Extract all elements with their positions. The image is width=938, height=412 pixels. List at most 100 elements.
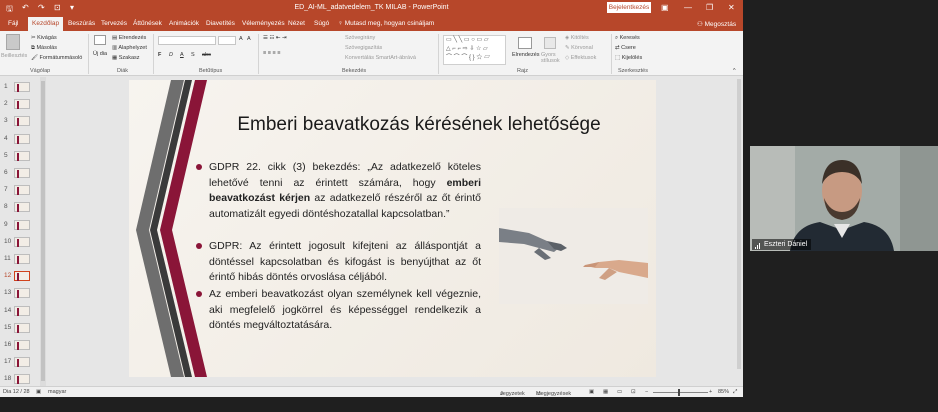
select-button[interactable]: ⬚ Kijelölés (615, 55, 642, 61)
slide-thumbnail[interactable] (14, 150, 30, 161)
cut-button[interactable]: ✂ Kivágás (31, 35, 57, 41)
find-button[interactable]: ⌕ Keresés (615, 35, 640, 42)
normal-view-icon[interactable]: ▣ (589, 389, 594, 395)
slide-thumbnail[interactable] (14, 236, 30, 247)
ribbon-display-icon[interactable]: ▣ (661, 3, 669, 12)
zoom-in-icon[interactable]: + (709, 389, 712, 395)
bullet-item[interactable]: GDPR 22. cikk (3) bekezdés: „Az adatkeze… (196, 160, 481, 222)
restore-icon[interactable]: ❐ (706, 3, 713, 12)
quick-styles-icon[interactable] (544, 37, 556, 49)
slide-thumbnail[interactable] (14, 357, 30, 368)
thumbnail-stripe (17, 221, 19, 230)
reading-view-icon[interactable]: ▭ (617, 389, 622, 395)
slide-thumbnail[interactable] (14, 99, 30, 110)
ribbon-tabs: Fájl Kezdőlap Beszúrás Tervezés Áttűnése… (0, 16, 743, 31)
slide-thumbnail[interactable] (14, 340, 30, 350)
layout-button[interactable]: ▤ Elrendezés (112, 35, 146, 41)
align-text-button[interactable]: Szövegigazítás (345, 45, 382, 51)
scroll-thumb[interactable] (41, 81, 45, 381)
spellcheck-icon[interactable]: ▣ (36, 389, 41, 395)
smartart-button[interactable]: Konvertálás SmartArt-ábrává (345, 55, 416, 61)
thumbnail-scrollbar[interactable] (40, 77, 46, 386)
font-size-dropdown[interactable] (218, 36, 236, 45)
arrange-icon[interactable] (518, 37, 532, 49)
layout-label: Elrendezés (118, 35, 147, 41)
fit-to-window-icon[interactable]: ⤢ (733, 389, 737, 396)
slide-thumbnail[interactable] (14, 168, 30, 178)
current-slide[interactable]: Emberi beavatkozás kérésének lehetősége … (129, 80, 656, 377)
shadow-button[interactable]: S (191, 52, 195, 58)
shapes-gallery[interactable]: ▭ ╲ ╲ ▭ ○ ▭ ▱ △ ⌐ ⌐ ⇨ ⇩ ☆ ▱ ⌒ ⌒ ⌒ { } ☆ ▱ (443, 35, 506, 65)
bullet-item[interactable]: GDPR: Az érintett jogosult kifejteni az … (196, 239, 481, 286)
scroll-thumb[interactable] (737, 79, 741, 369)
tab-help[interactable]: Súgó (314, 20, 329, 27)
slide-thumbnail-number: 16 (4, 341, 12, 348)
slide-thumbnail[interactable] (14, 185, 30, 196)
participant-video-tile[interactable]: Eszteri Dániel (750, 146, 938, 251)
strikethrough-button[interactable]: abc (202, 52, 211, 58)
shape-outline-button[interactable]: ✎ Körvonal (565, 45, 593, 51)
minimize-icon[interactable]: — (684, 3, 692, 12)
grow-font-icon[interactable]: A (239, 36, 243, 42)
close-icon[interactable]: ✕ (728, 3, 735, 12)
slide-thumbnail[interactable] (14, 202, 30, 213)
tab-design[interactable]: Tervezés (101, 20, 127, 27)
shape-effects-button[interactable]: ◇ Effektusok (565, 55, 596, 61)
new-slide-button[interactable]: Új dia (93, 51, 107, 57)
new-slide-icon[interactable] (94, 35, 106, 45)
slide-thumbnail[interactable] (14, 288, 30, 299)
slide-title[interactable]: Emberi beavatkozás kérésének lehetősége (199, 114, 639, 136)
robot-and-human-hands-image[interactable] (499, 208, 648, 304)
reset-button[interactable]: ▥ Alaphelyzet (112, 45, 147, 51)
zoom-slider-thumb[interactable] (678, 389, 680, 396)
bold-button[interactable]: F (158, 52, 161, 58)
align-icon[interactable]: ≡ ≡ ≡ ≡ (263, 50, 280, 56)
zoom-slider[interactable] (653, 392, 708, 393)
format-painter-button[interactable]: 🖌 Formátummásoló (31, 55, 82, 61)
zoom-out-icon[interactable]: − (645, 389, 648, 395)
tab-file[interactable]: Fájl (8, 20, 18, 27)
tab-insert[interactable]: Beszúrás (68, 20, 95, 27)
bullet-item[interactable]: Az emberi beavatkozást olyan személynek … (196, 287, 481, 334)
paste-button[interactable]: Beillesztés (1, 53, 27, 59)
tell-me-search[interactable]: ♀ Mutasd meg, hogyan csináljam (338, 20, 434, 27)
slideshow-view-icon[interactable]: ⊡ (631, 389, 636, 395)
share-button[interactable]: ⚇ Megosztás (697, 20, 736, 28)
slide-thumbnail[interactable] (14, 305, 30, 316)
replace-button[interactable]: ⇄ Csere (615, 45, 636, 51)
bullets-icon[interactable]: ☰ ☷ ⇤ ⇥ (263, 35, 287, 41)
language-indicator[interactable]: magyar (48, 389, 66, 395)
arrange-button[interactable]: Elrendezés (512, 52, 540, 58)
sign-in-button[interactable]: Bejelentkezés (607, 2, 651, 13)
screen: 🖫 ↶ ↷ ⊡ ▾ ED_AI-ML_adatvedelem_TK MILAB … (0, 0, 938, 412)
tab-slideshow[interactable]: Diavetítés (206, 20, 235, 27)
tab-animations[interactable]: Animációk (169, 20, 199, 27)
slide-thumbnail[interactable] (14, 133, 30, 144)
font-name-dropdown[interactable] (158, 36, 216, 45)
underline-button[interactable]: A (180, 52, 184, 58)
slide-thumbnail[interactable] (14, 271, 30, 282)
thumbnail-stripe (17, 290, 19, 299)
italic-button[interactable]: D (169, 52, 173, 58)
shrink-font-icon[interactable]: A (247, 36, 251, 42)
slide-sorter-icon[interactable]: ▦ (603, 389, 608, 395)
slide-thumbnail[interactable] (14, 254, 30, 264)
paste-icon[interactable] (6, 34, 20, 50)
slide-thumbnail[interactable] (14, 322, 30, 333)
slide-thumbnail[interactable] (14, 374, 30, 385)
zoom-level[interactable]: 85% (718, 389, 729, 395)
tab-transitions[interactable]: Áttűnések (133, 20, 162, 27)
editor-scrollbar[interactable] (735, 77, 743, 386)
shape-fill-button[interactable]: ◈ Kitöltés (565, 35, 589, 41)
tab-view[interactable]: Nézet (288, 20, 305, 27)
tab-home[interactable]: Kezdőlap (28, 17, 64, 31)
slide-thumbnail[interactable] (14, 82, 30, 92)
collapse-ribbon-icon[interactable]: ^ (733, 68, 736, 74)
section-button[interactable]: ▦ Szakasz (112, 55, 140, 61)
copy-button[interactable]: ⧉ Másolás (31, 45, 57, 52)
text-direction-button[interactable]: Szövegirány (345, 35, 375, 41)
tab-review[interactable]: Véleményezés (242, 20, 285, 27)
slide-thumbnail[interactable] (14, 219, 30, 230)
slide-thumbnail[interactable] (14, 116, 30, 127)
quick-styles-button[interactable]: Gyors stílusok (541, 52, 561, 64)
